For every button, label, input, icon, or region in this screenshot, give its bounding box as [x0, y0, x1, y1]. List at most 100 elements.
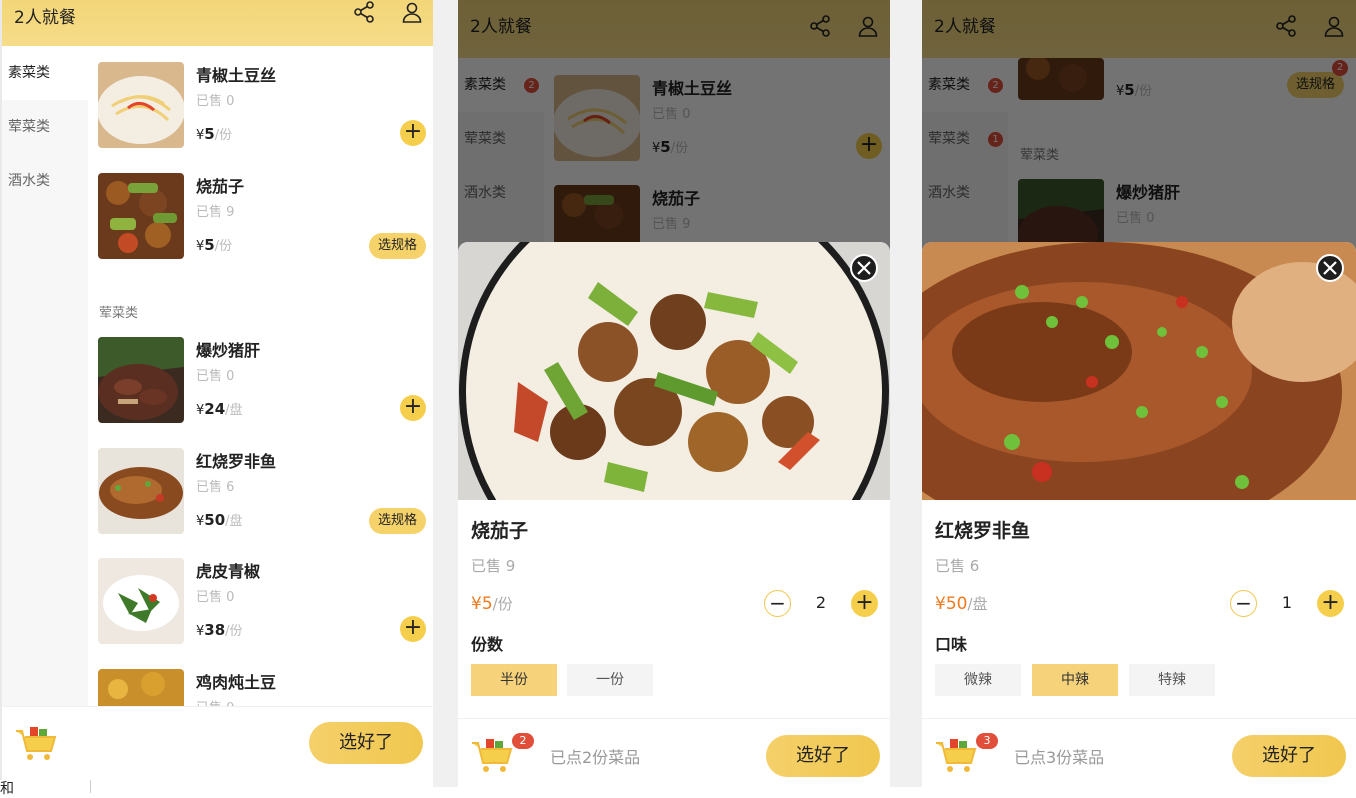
- cart-badge: 3: [976, 733, 998, 749]
- user-icon[interactable]: [400, 0, 424, 24]
- done-button[interactable]: 选好了: [1232, 735, 1346, 777]
- price-value: 24: [204, 400, 226, 418]
- divider: [90, 780, 91, 793]
- dish-item[interactable]: 青椒土豆丝 已售 0 ¥5/份 +: [98, 62, 428, 158]
- category-label: 素菜类: [8, 65, 50, 81]
- dish-detail-modal: 红烧罗非鱼 已售 6 ¥50/盘 − 1 + 口味 微辣 中辣 特辣: [922, 242, 1356, 787]
- modal-dish-sold: 已售 6: [935, 557, 980, 575]
- section-title: 荤菜类: [99, 306, 139, 321]
- phone-screen-menu: 2人就餐 素菜类 荤菜类 酒水类 青椒土豆丝 已售 0 ¥5/份 + 烧茄子 已…: [2, 0, 433, 780]
- price-unit: /盘: [967, 595, 988, 613]
- cart-footer: 3 已点3份菜品 选好了: [922, 718, 1356, 787]
- done-button[interactable]: 选好了: [766, 735, 880, 777]
- dish-name: 爆炒猪肝: [196, 341, 261, 360]
- dish-large-photo: [458, 242, 890, 607]
- dish-sold: 已售 6: [196, 480, 235, 495]
- quantity-value: 2: [815, 593, 827, 612]
- modal-dish-price: ¥5/份: [471, 593, 513, 614]
- price-unit: /份: [214, 128, 233, 143]
- modal-dish-sold: 已售 9: [471, 557, 516, 575]
- price-value: 50: [204, 511, 226, 529]
- modal-dish-name: 烧茄子: [471, 520, 529, 542]
- price-value: 38: [204, 621, 226, 639]
- increase-button[interactable]: +: [1317, 590, 1344, 617]
- price-value: 5: [204, 236, 215, 254]
- price-unit: /份: [225, 624, 243, 639]
- dish-photo: [98, 337, 184, 423]
- dish-item[interactable]: 鸡肉炖土豆 已售 0: [98, 669, 428, 706]
- category-label: 荤菜类: [8, 119, 50, 135]
- dish-name: 虎皮青椒: [196, 562, 261, 581]
- option-group-label: 份数: [471, 635, 504, 654]
- dish-sold: 已售 0: [196, 94, 235, 109]
- quantity-value: 1: [1281, 593, 1293, 612]
- dish-price: ¥38/份: [196, 620, 243, 639]
- cart-footer: 选好了: [2, 706, 433, 780]
- category-drink[interactable]: 酒水类: [2, 154, 88, 208]
- dish-sold: 已售 0: [196, 590, 235, 605]
- add-button[interactable]: +: [400, 616, 426, 642]
- page-title: 2人就餐: [14, 8, 76, 28]
- option-group-label: 口味: [935, 635, 968, 654]
- modal-dish-price: ¥50/盘: [935, 593, 988, 614]
- add-button[interactable]: +: [400, 120, 426, 146]
- cart-icon[interactable]: 3: [934, 733, 998, 775]
- spec-button[interactable]: 选规格: [368, 233, 426, 259]
- phone-screen-dish-detail-flavor: 2人就餐 素菜类2 荤菜类1 酒水类 ¥5/份 选规格2 荤菜类 爆炒猪肝 已售…: [922, 0, 1356, 787]
- dish-price: ¥24/盘: [196, 399, 243, 418]
- dish-item[interactable]: 虎皮青椒 已售 0 ¥38/份 +: [98, 558, 428, 654]
- price-value: 5: [204, 125, 215, 143]
- gap: [890, 0, 922, 787]
- gap: [433, 0, 458, 787]
- footer-fragment: 和: [0, 781, 14, 797]
- option-half[interactable]: 半份: [471, 664, 557, 696]
- dish-sold: 已售 0: [196, 369, 235, 384]
- dish-price: ¥5/份: [196, 235, 232, 254]
- dish-photo: [98, 62, 184, 148]
- cart-count-text: 已点2份菜品: [550, 748, 641, 767]
- price-unit: /盘: [225, 514, 243, 529]
- category-sidebar: 素菜类 荤菜类 酒水类: [2, 46, 88, 706]
- dish-photo: [98, 558, 184, 644]
- increase-button[interactable]: +: [851, 590, 878, 617]
- quantity-stepper: − 2 +: [764, 590, 878, 618]
- price-unit: /份: [492, 595, 513, 613]
- cart-icon[interactable]: [14, 723, 58, 763]
- cart-icon[interactable]: 2: [470, 733, 534, 775]
- phone-screen-dish-detail: 2人就餐 素菜类2 荤菜类 酒水类 青椒土豆丝 已售 0 ¥5/份 + 烧茄子 …: [458, 0, 890, 787]
- close-icon[interactable]: [1316, 254, 1344, 282]
- share-icon[interactable]: [352, 0, 376, 24]
- dish-detail-modal: 烧茄子 已售 9 ¥5/份 − 2 + 份数 半份 一份: [458, 242, 890, 787]
- option-full[interactable]: 一份: [567, 664, 653, 696]
- category-meat[interactable]: 荤菜类: [2, 100, 88, 154]
- dish-item[interactable]: 爆炒猪肝 已售 0 ¥24/盘 +: [98, 337, 428, 433]
- price-unit: /盘: [225, 403, 243, 418]
- price-value: ¥5: [471, 594, 493, 614]
- add-button[interactable]: +: [400, 395, 426, 421]
- cart-badge: 2: [512, 733, 534, 749]
- option-extra-hot[interactable]: 特辣: [1129, 664, 1215, 696]
- dish-item[interactable]: 烧茄子 已售 9 ¥5/份 选规格: [98, 173, 428, 269]
- quantity-stepper: − 1 +: [1230, 590, 1344, 618]
- dish-item[interactable]: 红烧罗非鱼 已售 6 ¥50/盘 选规格: [98, 448, 428, 544]
- decrease-button[interactable]: −: [764, 590, 791, 617]
- price-unit: /份: [214, 239, 233, 254]
- done-button[interactable]: 选好了: [309, 722, 423, 764]
- dish-price: ¥50/盘: [196, 510, 243, 529]
- dish-large-photo: [922, 242, 1356, 542]
- spec-button[interactable]: 选规格: [368, 508, 426, 534]
- dish-name: 青椒土豆丝: [196, 66, 277, 85]
- dish-photo: [98, 669, 184, 706]
- category-veg[interactable]: 素菜类: [2, 46, 88, 100]
- option-medium[interactable]: 中辣: [1032, 664, 1118, 696]
- decrease-button[interactable]: −: [1230, 590, 1257, 617]
- option-mild[interactable]: 微辣: [935, 664, 1021, 696]
- close-icon[interactable]: [850, 254, 878, 282]
- dish-sold: 已售 0: [196, 697, 234, 706]
- cart-footer: 2 已点2份菜品 选好了: [458, 718, 890, 787]
- price-value: ¥50: [935, 594, 968, 614]
- dish-name: 红烧罗非鱼: [196, 452, 277, 471]
- cart-count-text: 已点3份菜品: [1014, 748, 1105, 767]
- modal-dish-name: 红烧罗非鱼: [935, 520, 1031, 542]
- dish-photo: [98, 448, 184, 534]
